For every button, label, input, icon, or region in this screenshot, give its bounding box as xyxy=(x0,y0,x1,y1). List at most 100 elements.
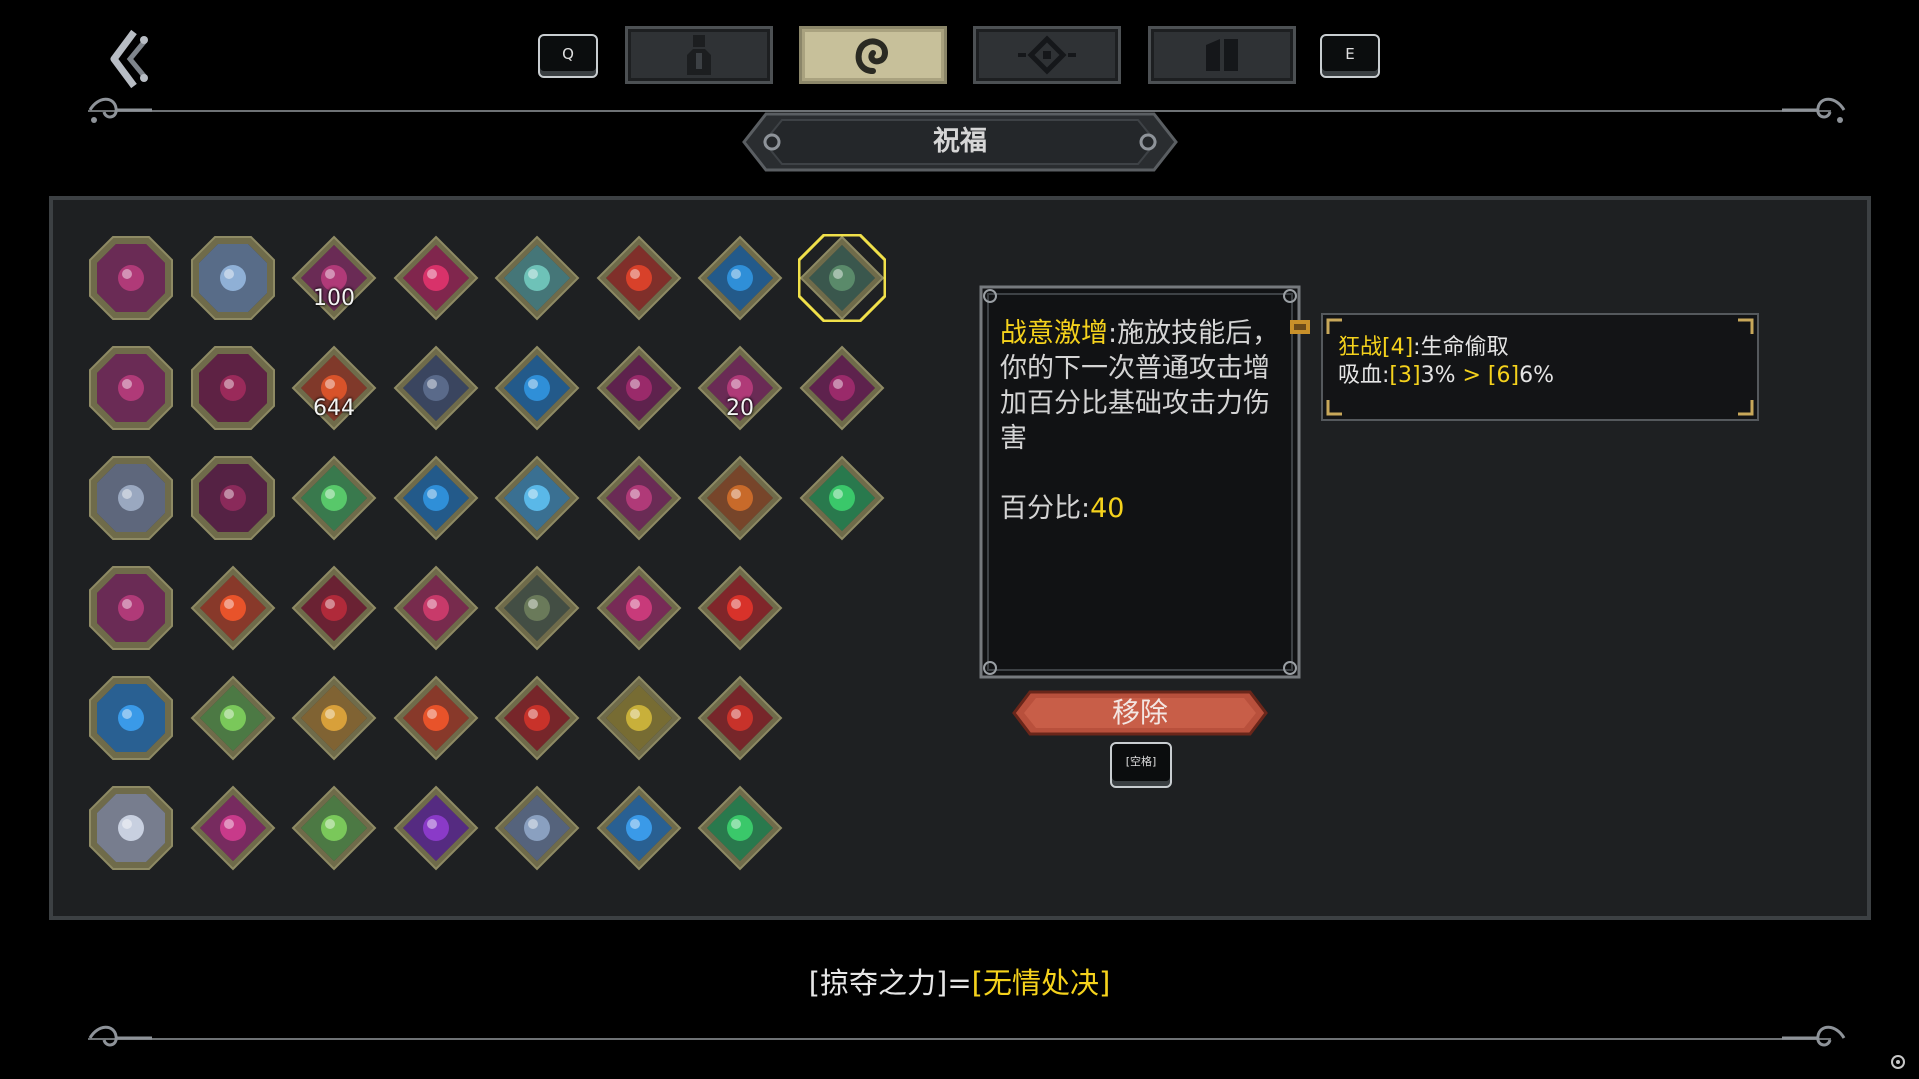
blessing-name: 战意激增 xyxy=(1000,318,1108,349)
blessing-icon xyxy=(697,455,783,541)
blessing-slot[interactable] xyxy=(290,674,378,762)
blessing-slot[interactable] xyxy=(595,234,683,322)
blessing-icon xyxy=(494,675,580,761)
set-link-icon xyxy=(1290,320,1310,334)
blessing-slot[interactable] xyxy=(290,784,378,872)
tab-relics[interactable] xyxy=(973,26,1121,84)
blessing-slot[interactable] xyxy=(493,674,581,762)
blessing-slot[interactable] xyxy=(392,234,480,322)
blessing-slot[interactable] xyxy=(493,454,581,542)
set-to-value: 6% xyxy=(1519,363,1554,388)
blessing-icon xyxy=(697,565,783,651)
blessing-slot[interactable] xyxy=(392,674,480,762)
blessing-slot[interactable] xyxy=(87,674,175,762)
footer-status: [掠夺之力]=[无情处决] xyxy=(0,960,1919,1002)
blessing-icon xyxy=(291,785,377,871)
blessing-slot[interactable] xyxy=(392,564,480,652)
blessing-icon xyxy=(494,235,580,321)
blessing-slot[interactable] xyxy=(87,564,175,652)
remove-button[interactable]: 移除 xyxy=(1012,690,1268,736)
blessing-slot[interactable] xyxy=(797,234,886,322)
blessing-icon xyxy=(190,236,275,320)
blessing-slot[interactable] xyxy=(189,454,277,542)
blessing-slot[interactable] xyxy=(87,344,175,432)
character-icon xyxy=(687,35,711,75)
settings-gear-icon[interactable] xyxy=(1889,1053,1907,1071)
blessing-slot[interactable] xyxy=(87,784,175,872)
blessing-slot[interactable] xyxy=(696,454,784,542)
blessing-slot[interactable] xyxy=(392,784,480,872)
blessing-slot[interactable] xyxy=(493,234,581,322)
inventory-box-icon xyxy=(1206,39,1238,71)
footer-right-text: [无情处决] xyxy=(971,966,1111,1000)
prev-tab-key[interactable]: Q xyxy=(538,34,598,78)
blessing-slot[interactable] xyxy=(189,674,277,762)
footer-left-text: [掠夺之力]= xyxy=(808,966,972,1000)
blessing-slot[interactable] xyxy=(392,344,480,432)
set-arrow: > xyxy=(1455,363,1488,388)
blessing-slot[interactable] xyxy=(290,454,378,542)
space-key-hint[interactable]: [空格] xyxy=(1110,742,1172,788)
blessing-icon xyxy=(393,675,478,761)
blessing-slot[interactable] xyxy=(798,454,886,542)
blessing-slot[interactable] xyxy=(595,784,683,872)
blessing-icon xyxy=(190,675,275,761)
blessing-slot[interactable] xyxy=(87,234,175,322)
blessing-icon xyxy=(291,565,377,651)
blessing-icon xyxy=(799,345,884,431)
blessing-slot[interactable] xyxy=(493,564,581,652)
blessing-slot[interactable] xyxy=(493,784,581,872)
blessing-slot[interactable] xyxy=(595,564,683,652)
blessing-icon xyxy=(596,455,681,541)
blessing-slot[interactable] xyxy=(290,564,378,652)
blessing-slot[interactable] xyxy=(696,234,784,322)
blessing-slot[interactable]: 644 xyxy=(290,344,378,432)
set-bonus-text: 狂战[4]:生命偷取 吸血:[3]3% > [6]6% xyxy=(1338,334,1748,390)
blessing-slot[interactable] xyxy=(392,454,480,542)
blessing-slot[interactable] xyxy=(189,234,277,322)
blessing-slot[interactable] xyxy=(87,454,175,542)
right-footer-flourish-ornament xyxy=(1782,1025,1846,1047)
right-flourish-ornament xyxy=(1782,97,1846,123)
next-tab-key[interactable]: E xyxy=(1320,34,1380,78)
blessing-icon xyxy=(89,346,173,430)
blessing-slot[interactable] xyxy=(595,344,683,432)
blessing-icon xyxy=(190,346,275,430)
blessing-swirl-icon xyxy=(855,38,888,74)
blessing-stack-count: 100 xyxy=(313,286,355,311)
blessing-slot[interactable] xyxy=(696,564,784,652)
blessing-slot[interactable] xyxy=(595,454,683,542)
blessing-slot[interactable]: 100 xyxy=(290,234,378,322)
set-effect: :生命偷取 xyxy=(1413,335,1509,360)
footer-divider xyxy=(88,1038,1831,1040)
blessing-slot[interactable] xyxy=(493,344,581,432)
blessing-icon xyxy=(291,675,377,761)
blessing-icon xyxy=(190,456,275,540)
blessing-slot[interactable] xyxy=(696,674,784,762)
blessing-icon xyxy=(393,565,478,651)
tab-blessings[interactable] xyxy=(799,26,947,84)
blessing-slot[interactable] xyxy=(798,344,886,432)
set-from-tier: [3] xyxy=(1389,363,1421,388)
blessing-stat-value: 40 xyxy=(1090,493,1125,524)
blessing-icon xyxy=(596,345,681,431)
blessing-icon xyxy=(596,235,681,321)
blessing-slot[interactable] xyxy=(189,344,277,432)
blessing-icon xyxy=(190,785,275,871)
blessing-slot[interactable] xyxy=(189,564,277,652)
set-name: 狂战[4] xyxy=(1338,335,1414,360)
blessing-icon xyxy=(89,566,173,650)
blessing-icon xyxy=(494,345,580,431)
blessing-slot[interactable] xyxy=(595,674,683,762)
blessing-icon xyxy=(291,455,377,541)
tab-character[interactable] xyxy=(625,26,773,84)
blessing-stat-label: 百分比: xyxy=(1000,493,1091,524)
left-footer-flourish-ornament xyxy=(88,1025,152,1047)
set-from-value: 3% xyxy=(1420,363,1456,388)
blessing-icon xyxy=(89,236,173,320)
blessing-slot[interactable] xyxy=(696,784,784,872)
blessing-slot[interactable]: 20 xyxy=(696,344,784,432)
tab-inventory[interactable] xyxy=(1148,26,1296,84)
blessing-slot[interactable] xyxy=(189,784,277,872)
blessing-icon xyxy=(393,785,478,871)
